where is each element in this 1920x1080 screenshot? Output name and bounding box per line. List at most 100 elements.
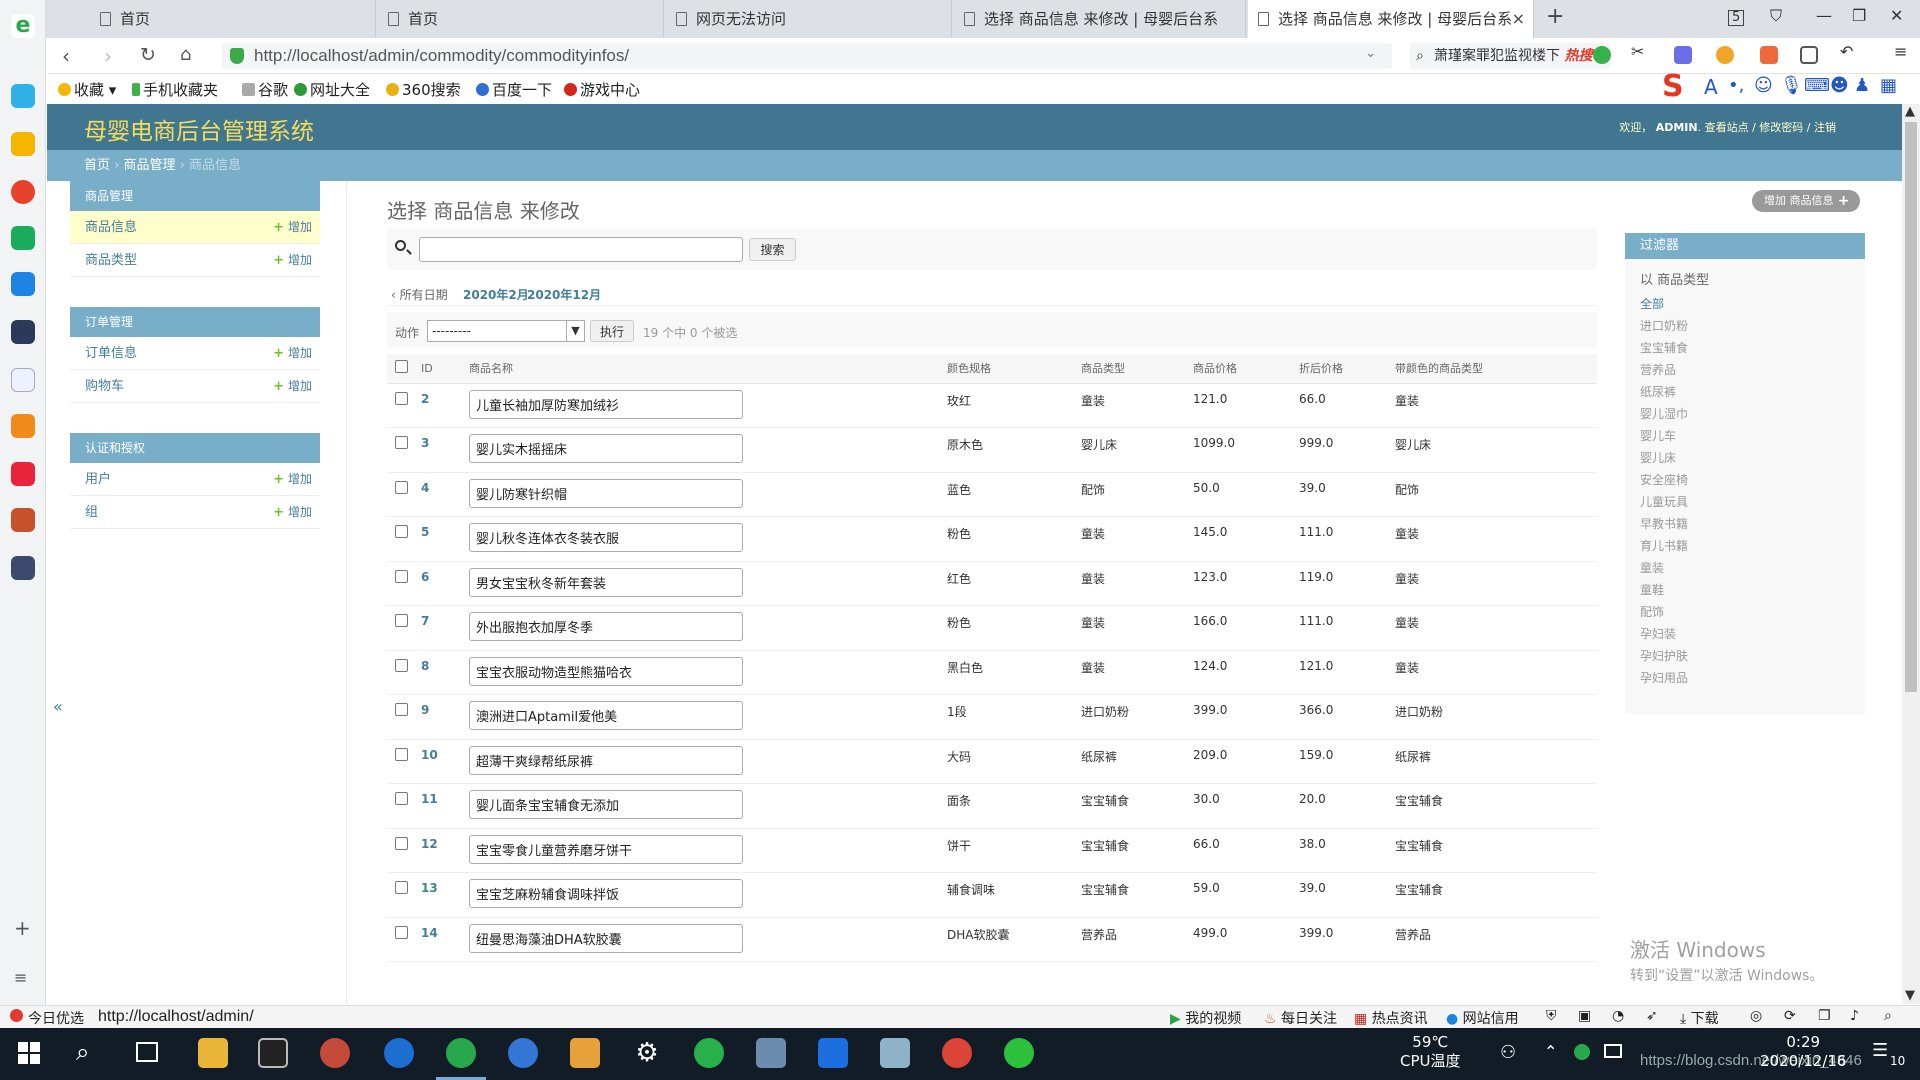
filter-item[interactable]: 孕妇用品 [1640,667,1688,689]
row-checkbox[interactable] [395,703,408,716]
people-icon[interactable]: ⚇ [1500,1042,1516,1063]
scroll-up-icon[interactable]: ▲ [1905,104,1915,119]
column-header-color[interactable]: 颜色规格 [947,354,1081,384]
coupon-icon[interactable] [1716,46,1734,64]
game-app-icon-2[interactable] [11,556,35,580]
microphone-icon[interactable]: 🎙 [1780,75,1803,96]
scroll-down-icon[interactable]: ▼ [1905,988,1915,1003]
window-icon[interactable]: ❐ [1818,1008,1831,1024]
row-id-link[interactable]: 12 [421,828,469,873]
dropdown-chevron-icon[interactable]: ⌄ [1365,46,1376,61]
row-checkbox[interactable] [395,391,408,405]
sidebar-item-groups[interactable]: 组 + 增加 [70,496,320,529]
row-checkbox[interactable] [395,436,408,449]
speed-icon[interactable]: ◔ [1612,1008,1624,1024]
windows-start-icon[interactable] [18,1042,40,1064]
tab-count-badge[interactable]: 5 [1728,10,1745,26]
image-icon[interactable]: ▣ [1578,1008,1591,1024]
row-checkbox[interactable] [395,614,408,627]
site-title[interactable]: 母婴电商后台管理系统 [84,112,314,146]
undo-icon[interactable]: ↶ [1840,42,1858,61]
filter-item[interactable]: 育儿书籍 [1640,535,1688,557]
browser-tab-active[interactable]: 选择 商品信息 来修改 | 母婴后台系 × [1248,0,1534,38]
row-id-link[interactable]: 10 [421,739,469,784]
font-a-icon[interactable]: A [1704,75,1718,99]
row-id-link[interactable]: 11 [421,783,469,829]
app-icon[interactable] [320,1038,350,1068]
add-link[interactable]: + 增加 [273,337,312,370]
sidebar-item-commodity-type[interactable]: 商品类型 + 增加 [70,244,320,277]
cpu-temperature[interactable]: 59℃ CPU温度 [1400,1033,1461,1071]
filter-item[interactable]: 早教书籍 [1640,513,1688,535]
row-id-link[interactable]: 2 [421,383,469,428]
maximize-icon[interactable]: ❐ [1852,6,1866,25]
page-scrollbar[interactable]: ▲ ▼ [1902,104,1920,1004]
volume-icon[interactable]: ♪ [1850,1008,1859,1024]
search-input[interactable] [419,237,743,262]
browser-icon[interactable] [384,1038,414,1068]
execute-action-button[interactable]: 执行 [590,320,634,342]
row-checkbox[interactable] [395,525,408,538]
close-window-icon[interactable]: ✕ [1890,6,1903,25]
minimize-icon[interactable]: — [1816,6,1832,25]
forward-icon[interactable]: › [104,44,112,68]
filter-item[interactable]: 婴儿湿巾 [1640,403,1688,425]
commodity-name-input[interactable] [469,389,743,419]
file-explorer-icon[interactable] [198,1038,228,1068]
commodity-name-input[interactable] [469,745,743,775]
module-caption[interactable]: 订单管理 [70,307,320,337]
emoji-icon[interactable]: ☺ [1754,75,1773,96]
my-videos-link[interactable]: ▶ 我的视频 [1170,1008,1241,1028]
app-icon-3[interactable] [694,1038,724,1068]
extension-green-icon[interactable] [1593,46,1611,64]
wps-icon[interactable] [818,1038,848,1068]
filter-item[interactable]: 孕妇装 [1640,623,1688,645]
scroll-thumb[interactable] [1905,122,1917,692]
commodity-name-input[interactable] [469,523,743,552]
app-icon-5[interactable] [880,1038,910,1068]
filter-item[interactable]: 婴儿车 [1640,425,1688,447]
game-app-icon[interactable] [11,508,35,532]
row-id-link[interactable]: 9 [421,694,469,740]
collapse-sidebar-icon[interactable]: « [53,697,63,716]
chrome-icon[interactable] [942,1038,972,1068]
commodity-name-input[interactable] [469,834,743,864]
add-icon[interactable]: + [14,916,31,940]
hot-search-box[interactable]: ⌕ 萧瑾案罪犯监视楼下 热搜 [1410,43,1610,69]
app-icon-4[interactable] [756,1038,786,1068]
row-checkbox[interactable] [395,480,408,494]
wechat-icon[interactable] [1004,1038,1034,1068]
browser-tab-2[interactable]: 首页 [378,0,664,38]
notification-icon[interactable]: ☰ [1872,1040,1888,1061]
date-link-2020-02[interactable]: 2020年2月 [463,286,529,303]
module-caption[interactable]: 商品管理 [70,181,320,211]
user-links[interactable]: 查看站点 / 修改密码 / 注销 [1705,121,1836,134]
add-link[interactable]: + 增加 [273,463,312,496]
sidebar-app-icon[interactable] [11,84,35,108]
row-checkbox[interactable] [395,747,408,761]
filter-item[interactable]: 童装 [1640,557,1688,579]
zoom-icon[interactable]: ⌕ [1884,1008,1892,1024]
sidebar-item-order-info[interactable]: 订单信息 + 增加 [70,337,320,370]
row-id-link[interactable]: 13 [421,872,469,918]
back-icon[interactable]: ‹ [62,44,70,68]
row-id-link[interactable]: 6 [421,561,469,606]
bookmark-hao[interactable]: 网址大全 [294,79,370,100]
commodity-name-input[interactable] [469,612,743,641]
document-app-icon[interactable] [11,368,35,392]
breadcrumb-app[interactable]: 商品管理 [123,158,175,173]
add-link[interactable]: + 增加 [273,211,312,244]
search-button[interactable]: 搜索 [749,238,796,261]
translate-icon[interactable] [1674,46,1692,64]
hot-news-link[interactable]: ▦ 热点资讯 [1354,1008,1428,1028]
bookmark-360[interactable]: 360搜索 [386,79,461,100]
commodity-name-input[interactable] [469,701,743,730]
add-link[interactable]: + 增加 [273,370,312,403]
commodity-name-input[interactable] [469,478,743,508]
commodity-name-input[interactable] [469,656,743,686]
filter-item[interactable]: 安全座椅 [1640,469,1688,491]
browser-logo-icon[interactable]: e [11,14,35,38]
commodity-name-input[interactable] [469,434,743,463]
today-pick[interactable]: 今日优选 [28,1008,84,1028]
shopping-icon[interactable] [11,462,35,486]
